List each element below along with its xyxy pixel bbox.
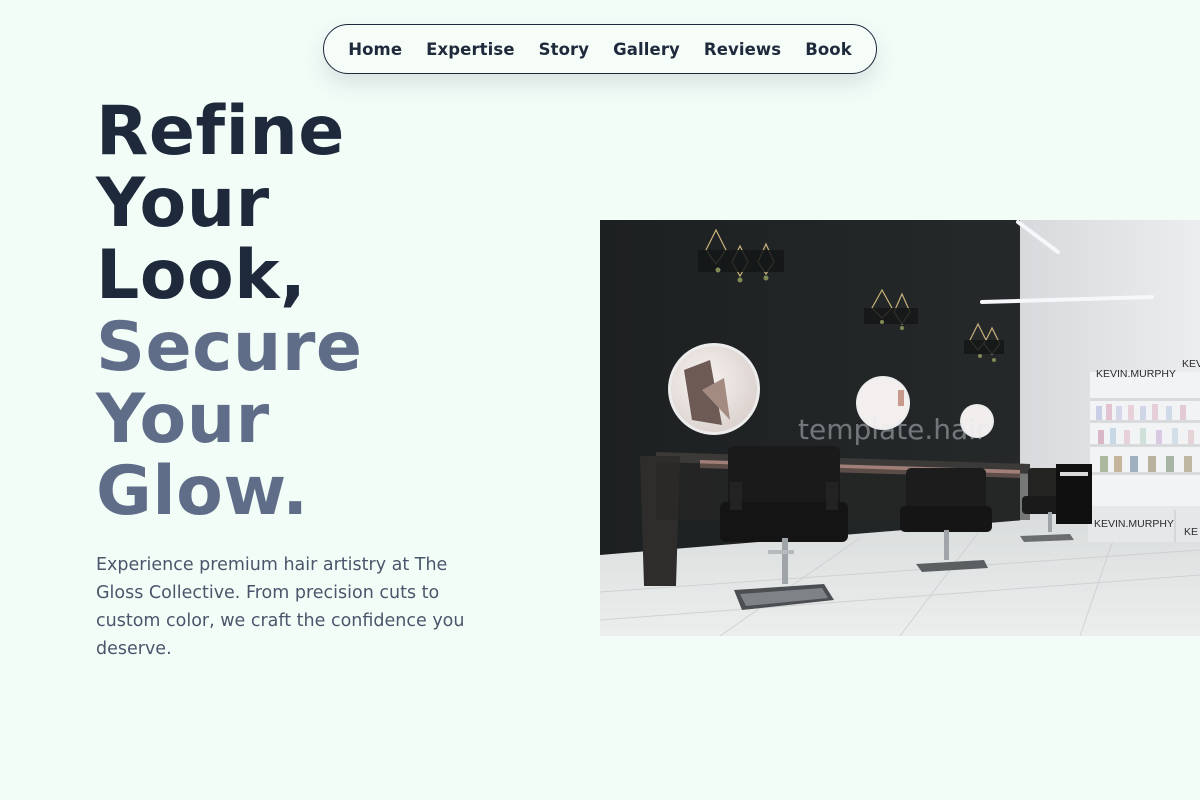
main-navbar: Home Expertise Story Gallery Reviews Boo… bbox=[323, 24, 877, 74]
nav-book[interactable]: Book bbox=[805, 40, 852, 59]
nav-gallery[interactable]: Gallery bbox=[613, 40, 680, 59]
hero-description: Experience premium hair artistry at The … bbox=[96, 555, 465, 659]
headline-line-6: Glow. bbox=[96, 452, 309, 531]
headline-line-5: Your bbox=[96, 380, 270, 459]
salon-interior-illustration bbox=[600, 220, 1200, 636]
shelf-sign-top: KEVIN.MURPHY bbox=[1096, 368, 1176, 380]
landing-page: Home Expertise Story Gallery Reviews Boo… bbox=[0, 0, 1200, 800]
headline-line-2: Your bbox=[96, 164, 270, 243]
nav-expertise[interactable]: Expertise bbox=[426, 40, 515, 59]
salon-interior-image: KEVIN.MURPHY KEV KEVIN.MURPHY KE templat… bbox=[600, 220, 1200, 636]
headline-line-4: Secure bbox=[96, 308, 363, 387]
shelf-sign-bottom-side: KE bbox=[1184, 526, 1199, 538]
shelf-sign-side: KEV bbox=[1182, 358, 1200, 370]
nav-story[interactable]: Story bbox=[539, 40, 590, 59]
nav-reviews[interactable]: Reviews bbox=[704, 40, 781, 59]
hero-headline: Refine Your Look, Secure Your Glow. bbox=[96, 96, 576, 528]
headline-line-1: Refine bbox=[96, 92, 345, 171]
shelf-sign-bottom: KEVIN.MURPHY bbox=[1094, 518, 1174, 530]
headline-line-3: Look, bbox=[96, 236, 307, 315]
nav-home[interactable]: Home bbox=[348, 40, 402, 59]
